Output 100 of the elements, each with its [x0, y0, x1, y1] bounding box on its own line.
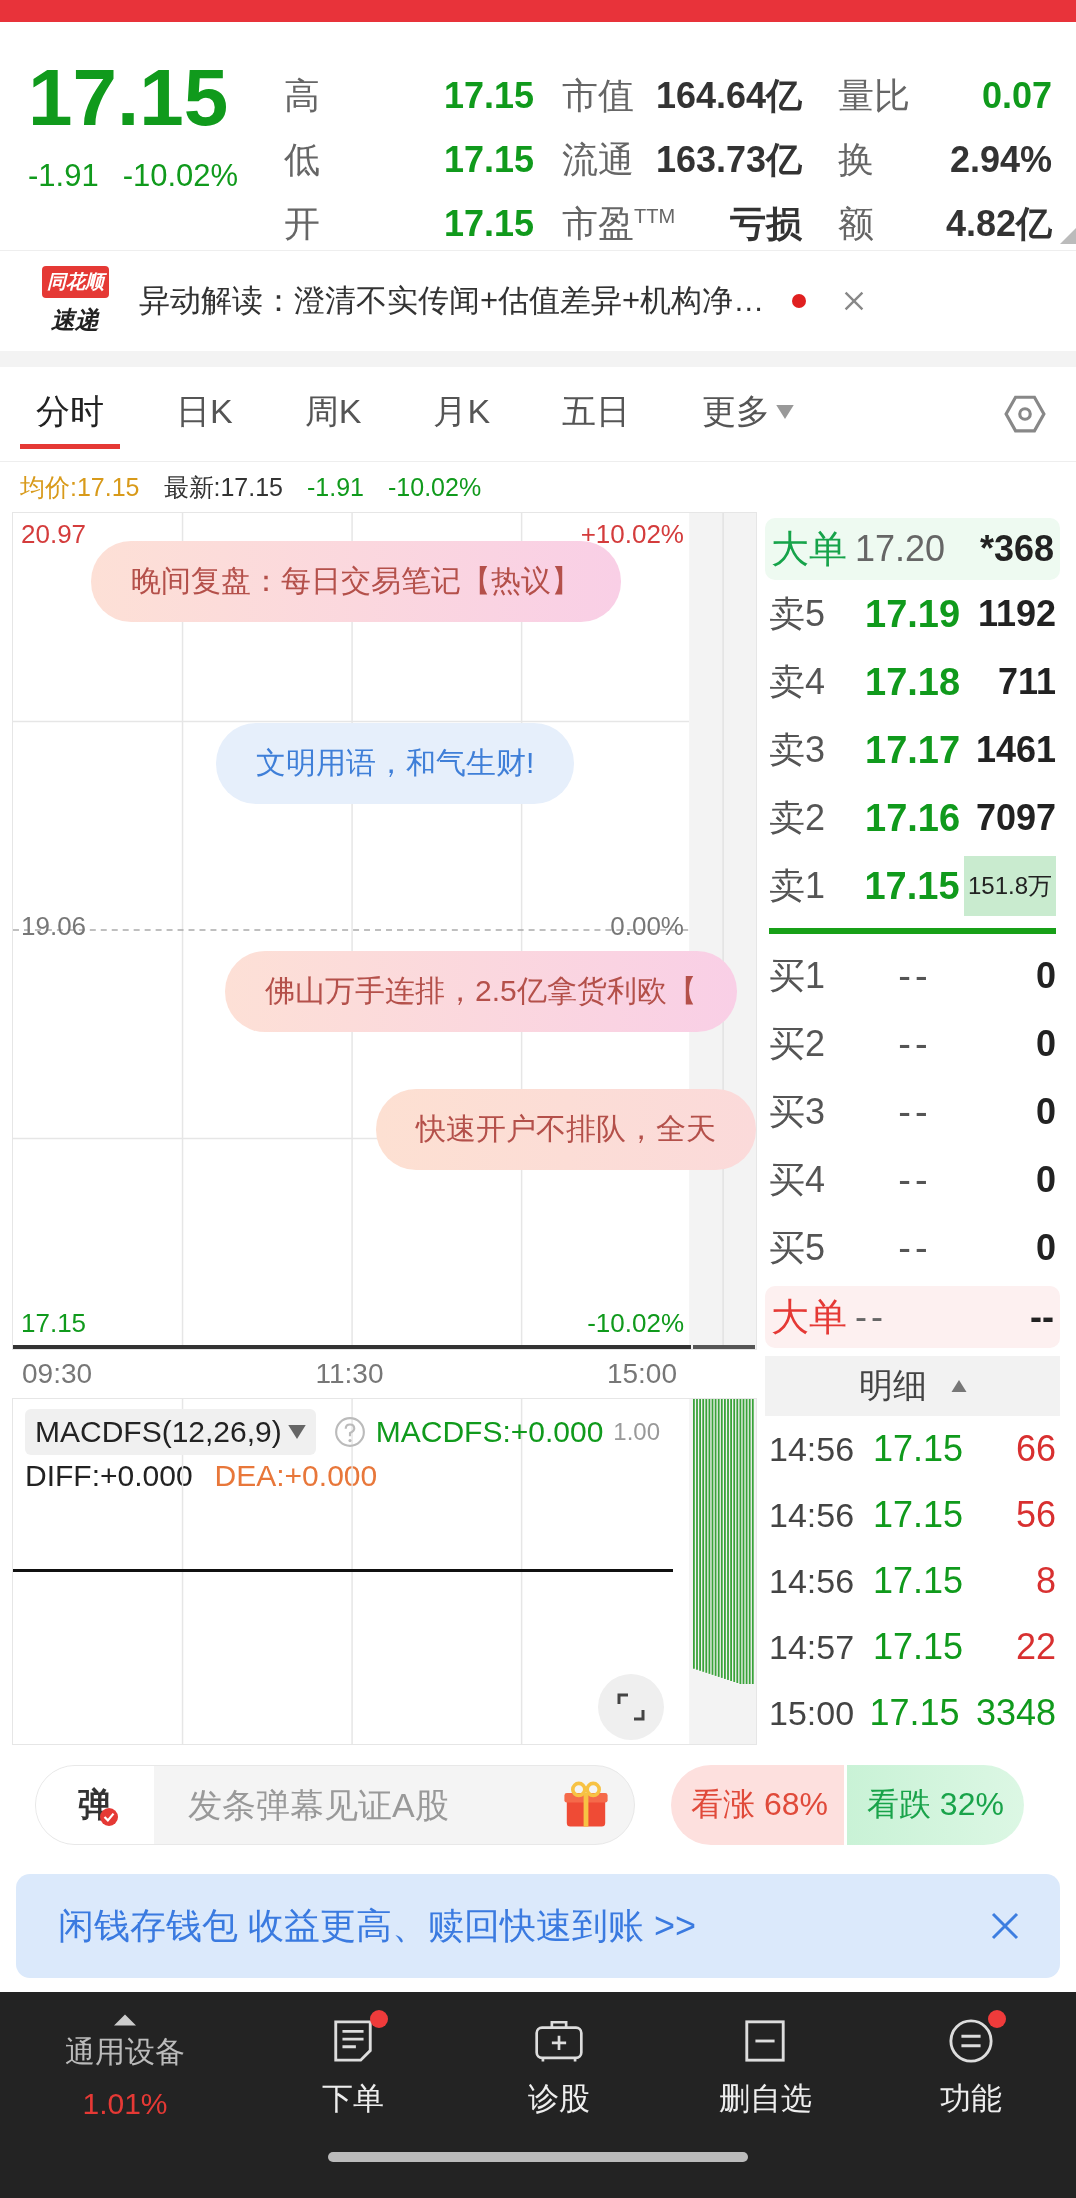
settings-icon[interactable] — [1004, 393, 1046, 435]
stat-label: 流通 — [562, 137, 634, 182]
trade-time: 15:00 — [769, 1693, 856, 1733]
latest-price: 最新:17.15 — [163, 471, 284, 503]
expand-icon — [616, 1692, 646, 1722]
stat-value: 17.15 — [443, 75, 534, 117]
ask-volume: 7097 — [974, 797, 1056, 839]
corner-mark-icon — [1060, 228, 1076, 244]
stat-label: 市盈$^{TTM}$ — [562, 201, 676, 246]
caret-icon — [776, 405, 795, 419]
stat-value: 亏损 — [730, 201, 802, 246]
stat-value: 17.15 — [443, 203, 534, 245]
chart-tab[interactable]: 五日 — [546, 379, 647, 449]
ask-label: 卖2 — [769, 795, 827, 840]
dea-value: DEA:+0.000 — [214, 1459, 378, 1493]
trade-volume: 8 — [1034, 1560, 1056, 1602]
chart-tab[interactable]: 日K — [160, 379, 249, 449]
stat-label: 额 — [838, 201, 874, 246]
trade-time: 14:56 — [769, 1495, 856, 1535]
trade-time: 14:56 — [769, 1429, 856, 1469]
trade-price: 17.15 — [869, 1692, 961, 1734]
bid-volume: 0 — [1034, 1227, 1056, 1269]
bid-label: 买3 — [769, 1089, 827, 1134]
stat-value: 163.73亿 — [655, 137, 802, 182]
stat-value: 4.82亿 — [945, 201, 1052, 246]
stat-value: 17.15 — [443, 139, 534, 181]
diff-value: DIFF:+0.000 — [25, 1459, 193, 1493]
caret-icon — [287, 1425, 306, 1439]
close-icon[interactable] — [990, 1911, 1020, 1941]
nav-item[interactable]: 删自选 — [662, 2013, 868, 2121]
trade-volume: 66 — [1014, 1428, 1056, 1470]
ask-label: 卖4 — [769, 659, 827, 704]
more-menu[interactable]: 更多 — [686, 379, 811, 449]
help-icon[interactable] — [333, 1416, 366, 1448]
big-order-row: 大单 17.20 *368 — [765, 518, 1060, 580]
medical-kit-icon — [534, 2018, 584, 2064]
news-logo: 同花顺 速递 — [35, 266, 115, 336]
trade-price: 17.15 — [873, 1494, 965, 1536]
bid-price: -- — [897, 1226, 933, 1270]
danmaku-bubble: 快速开户不排队，全天 — [376, 1089, 756, 1170]
stat-label: 开 — [284, 201, 320, 246]
danmaku-input[interactable]: 发条弹幕见证A股 — [154, 1784, 562, 1826]
nav-item[interactable]: 下单 — [250, 2013, 456, 2121]
gift-icon[interactable] — [562, 1781, 610, 1829]
ask-price: 17.18 — [865, 660, 962, 704]
trade-time: 14:56 — [769, 1561, 856, 1601]
caret-icon — [950, 1380, 967, 1392]
stat-label: 高 — [284, 73, 320, 118]
ask-price: 17.15 — [864, 864, 961, 908]
trade-volume: 22 — [1014, 1626, 1056, 1668]
trade-price: 17.15 — [873, 1428, 965, 1470]
danmaku-bubble: 文明用语，和气生财! — [216, 723, 575, 804]
bid-volume: 0 — [1034, 1023, 1056, 1065]
ask-price: 17.19 — [865, 592, 962, 636]
price-change: -1.91 — [307, 472, 364, 502]
nav-item[interactable]: 诊股 — [456, 2013, 662, 2121]
axis-label: 0.00% — [610, 911, 684, 942]
detail-header[interactable]: 明细 — [765, 1356, 1060, 1416]
bid-label: 买2 — [769, 1021, 827, 1066]
trade-volume: 3348 — [975, 1692, 1056, 1734]
axis-label: 17.15 — [21, 1308, 87, 1339]
axis-label: -10.02% — [587, 1308, 684, 1339]
stat-label: 量比 — [838, 73, 910, 118]
axis-label: 19.06 — [21, 911, 87, 942]
trade-time: 14:57 — [769, 1627, 856, 1667]
axis-label: 1.00 — [613, 1418, 661, 1446]
danmaku-field[interactable]: 弹 发条弹幕见证A股 — [35, 1765, 635, 1845]
sector-button[interactable]: 通用设备 1.01% — [0, 2012, 250, 2122]
danmaku-badge: 弹 — [36, 1766, 154, 1844]
indicator-value: MACDFS:+0.000 — [375, 1415, 604, 1449]
chart-tab[interactable]: 周K — [288, 379, 378, 449]
nav-item[interactable]: 功能 — [868, 2013, 1074, 2121]
bid-volume: 0 — [1034, 1159, 1056, 1201]
current-price: 17.15 — [28, 58, 230, 138]
bid-label: 买4 — [769, 1157, 827, 1202]
bid-price: -- — [897, 954, 933, 998]
danmaku-bubble: 佛山万手连排，2.5亿拿货利欧【 — [225, 951, 737, 1032]
chart-tab[interactable]: 月K — [417, 379, 507, 449]
stat-value: 2.94% — [949, 139, 1052, 181]
trade-price: 17.15 — [873, 1560, 965, 1602]
ask-label: 卖1 — [769, 863, 827, 908]
stat-label: 市值 — [562, 73, 634, 118]
trade-price: 17.15 — [873, 1626, 965, 1668]
ask-volume: 151.8万 — [963, 856, 1056, 916]
bid-label: 买1 — [769, 953, 827, 998]
indicator-dropdown[interactable]: MACDFS(12,26,9) — [25, 1409, 316, 1455]
bid-volume: 0 — [1034, 955, 1056, 997]
bid-volume: 0 — [1034, 1091, 1056, 1133]
big-order-row: 大单 -- -- — [765, 1286, 1060, 1348]
chart-tab[interactable]: 分时 — [20, 379, 120, 449]
menu-icon — [946, 2018, 996, 2064]
percent-change: -10.02% — [122, 158, 239, 194]
news-headline[interactable]: 异动解读：澄清不实传闻+估值差异+机构净… — [139, 280, 765, 322]
price-change: -1.91 — [28, 158, 99, 194]
ask-volume: 711 — [996, 661, 1056, 703]
stat-value: 164.64亿 — [655, 73, 802, 118]
caret-icon — [114, 2013, 136, 2026]
percent-change: -10.02% — [388, 472, 482, 502]
stat-label: 换 — [838, 137, 874, 182]
stat-value: 0.07 — [981, 75, 1052, 117]
